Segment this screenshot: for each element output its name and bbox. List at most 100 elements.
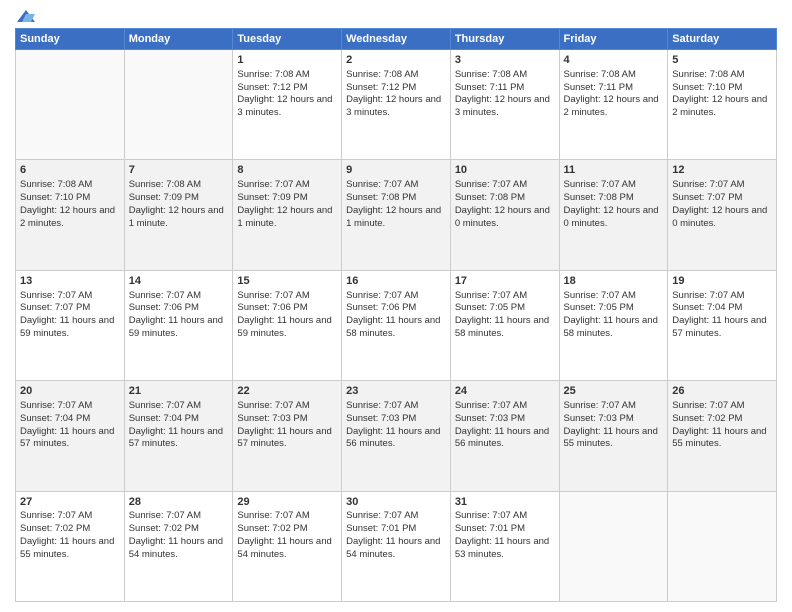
day-number: 22 [237,384,337,399]
calendar-day-header: Monday [124,29,233,50]
day-number: 14 [129,274,229,289]
sunset-text: Sunset: 7:03 PM [564,413,634,424]
sunrise-text: Sunrise: 7:08 AM [672,69,744,80]
calendar-cell: 25Sunrise: 7:07 AM Sunset: 7:03 PM Dayligh… [559,381,668,491]
day-number: 9 [346,163,446,178]
calendar-cell: 13Sunrise: 7:07 AMSunset: 7:07 PMDayligh… [16,270,125,380]
daylight-text: Daylight: 11 hours and 55 minutes. [672,426,766,450]
daylight-text: Daylight: 12 hours and 2 minutes. [564,94,659,118]
sunset-text: Sunset: 7:04 PM [20,413,90,424]
daylight-text: Daylight: 11 hours and 58 minutes. [455,315,549,339]
calendar-cell: 26Sunrise: 7:07 AMSunset: 7:02 PMDayligh… [668,381,777,491]
day-number: 5 [672,53,772,68]
daylight-text: Daylight: 11 hours and 55 minutes. [564,426,658,450]
day-number: 19 [672,274,772,289]
sunset-text: Sunset: 7:03 PM [346,413,416,424]
sunset-text: Sunset: 7:06 PM [237,302,307,313]
sunrise-text: Sunrise: 7:07 AM [129,510,201,521]
calendar-cell: 20Sunrise: 7:07 AMSunset: 7:04 PMDayligh… [16,381,125,491]
sunrise-text: Sunrise: 7:07 AM [20,400,92,411]
sunrise-text: Sunrise: 7:07 AM [20,510,92,521]
calendar-cell: 27Sunrise: 7:07 AMSunset: 7:02 PMDayligh… [16,491,125,601]
calendar-day-header: Wednesday [342,29,451,50]
sunrise-text: Sunrise: 7:08 AM [564,69,636,80]
calendar-cell: 15Sunrise: 7:07 AMSunset: 7:06 PMDayligh… [233,270,342,380]
calendar-cell: 28Sunrise: 7:07 AMSunset: 7:02 PMDayligh… [124,491,233,601]
calendar-table: SundayMondayTuesdayWednesdayThursdayFrid… [15,28,777,602]
sunset-text: Sunset: 7:09 PM [129,192,199,203]
sunset-text: Sunset: 7:12 PM [237,82,307,93]
sunrise-text: Sunrise: 7:07 AM [346,179,418,190]
day-number: 18 [564,274,664,289]
daylight-text: Daylight: 12 hours and 2 minutes. [672,94,767,118]
day-number: 30 [346,495,446,510]
calendar-cell: 19Sunrise: 7:07 AMSunset: 7:04 PMDayligh… [668,270,777,380]
day-number: 26 [672,384,772,399]
day-number: 25 [564,384,664,399]
sunset-text: Sunset: 7:02 PM [129,523,199,534]
daylight-text: Daylight: 12 hours and 3 minutes. [346,94,441,118]
sunrise-text: Sunrise: 7:07 AM [455,179,527,190]
calendar-cell: 30Sunrise: 7:07 AMSunset: 7:01 PMDayligh… [342,491,451,601]
sunrise-text: Sunrise: 7:07 AM [564,400,636,411]
daylight-text: Daylight: 12 hours and 2 minutes. [20,205,115,229]
calendar-cell: 6Sunrise: 7:08 AMSunset: 7:10 PMDaylight… [16,160,125,270]
day-number: 6 [20,163,120,178]
calendar-cell [559,491,668,601]
daylight-text: Daylight: 11 hours and 54 minutes. [129,536,223,560]
sunset-text: Sunset: 7:07 PM [20,302,90,313]
calendar-week-row: 20Sunrise: 7:07 AMSunset: 7:04 PMDayligh… [16,381,777,491]
sunset-text: Sunset: 7:06 PM [346,302,416,313]
calendar-cell: 1Sunrise: 7:08 AMSunset: 7:12 PMDaylight… [233,50,342,160]
calendar-day-header: Friday [559,29,668,50]
daylight-text: Daylight: 11 hours and 57 minutes. [237,426,331,450]
daylight-text: Daylight: 11 hours and 54 minutes. [346,536,440,560]
calendar-day-header: Tuesday [233,29,342,50]
day-number: 11 [564,163,664,178]
day-number: 15 [237,274,337,289]
header [15,10,777,22]
sunrise-text: Sunrise: 7:07 AM [237,290,309,301]
calendar-cell: 24Sunrise: 7:07 AMSunset: 7:03 PMDayligh… [450,381,559,491]
day-number: 31 [455,495,555,510]
daylight-text: Daylight: 11 hours and 55 minutes. [20,536,114,560]
day-number: 7 [129,163,229,178]
sunset-text: Sunset: 7:06 PM [129,302,199,313]
sunrise-text: Sunrise: 7:07 AM [129,400,201,411]
sunset-text: Sunset: 7:07 PM [672,192,742,203]
sunrise-text: Sunrise: 7:08 AM [455,69,527,80]
sunrise-text: Sunrise: 7:07 AM [129,290,201,301]
sunrise-text: Sunrise: 7:07 AM [346,510,418,521]
calendar-week-row: 13Sunrise: 7:07 AMSunset: 7:07 PMDayligh… [16,270,777,380]
sunset-text: Sunset: 7:08 PM [346,192,416,203]
sunset-text: Sunset: 7:10 PM [672,82,742,93]
sunset-text: Sunset: 7:12 PM [346,82,416,93]
daylight-text: Daylight: 12 hours and 0 minutes. [672,205,767,229]
calendar-cell: 17Sunrise: 7:07 AMSunset: 7:05 PMDayligh… [450,270,559,380]
daylight-text: Daylight: 12 hours and 1 minute. [346,205,441,229]
daylight-text: Daylight: 11 hours and 56 minutes. [455,426,549,450]
calendar-day-header: Sunday [16,29,125,50]
sunrise-text: Sunrise: 7:07 AM [20,290,92,301]
calendar-cell [124,50,233,160]
calendar-cell: 10Sunrise: 7:07 AMSunset: 7:08 PMDayligh… [450,160,559,270]
page: SundayMondayTuesdayWednesdayThursdayFrid… [0,0,792,612]
calendar-week-row: 6Sunrise: 7:08 AMSunset: 7:10 PMDaylight… [16,160,777,270]
calendar-header-row: SundayMondayTuesdayWednesdayThursdayFrid… [16,29,777,50]
calendar-cell: 21Sunrise: 7:07 AMSunset: 7:04 PMDayligh… [124,381,233,491]
daylight-text: Daylight: 12 hours and 3 minutes. [237,94,332,118]
sunset-text: Sunset: 7:08 PM [455,192,525,203]
calendar-cell [668,491,777,601]
calendar-cell: 29Sunrise: 7:07 AMSunset: 7:02 PMDayligh… [233,491,342,601]
sunrise-text: Sunrise: 7:07 AM [455,290,527,301]
calendar-day-header: Thursday [450,29,559,50]
sunset-text: Sunset: 7:02 PM [237,523,307,534]
daylight-text: Daylight: 11 hours and 53 minutes. [455,536,549,560]
daylight-text: Daylight: 11 hours and 57 minutes. [20,426,114,450]
calendar-cell: 11Sunrise: 7:07 AMSunset: 7:08 PMDayligh… [559,160,668,270]
calendar-cell: 8Sunrise: 7:07 AMSunset: 7:09 PMDaylight… [233,160,342,270]
sunrise-text: Sunrise: 7:07 AM [672,400,744,411]
day-number: 3 [455,53,555,68]
sunrise-text: Sunrise: 7:08 AM [129,179,201,190]
logo [15,10,35,22]
